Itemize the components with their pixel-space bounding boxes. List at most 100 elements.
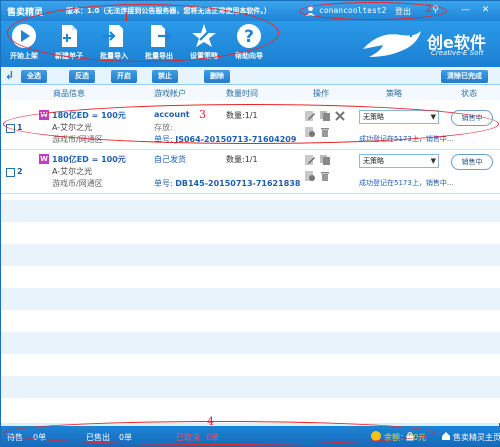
- col-qty-time: 数量时间: [226, 89, 258, 98]
- annotation-number-4: 4: [207, 415, 214, 428]
- tool-label: 新建单子: [55, 52, 83, 60]
- settings-icon[interactable]: [304, 170, 316, 182]
- trash-icon[interactable]: [319, 170, 331, 182]
- new-order-button[interactable]: 新建单子: [46, 23, 92, 65]
- empty-row: [1, 288, 500, 310]
- status-bar: 待售 0单 已售出 0单 已取消 0单 余额：10元 售卖精灵主页: [1, 426, 500, 447]
- coin-icon: [371, 431, 381, 441]
- game-zone: 游戏币/网通区: [52, 135, 103, 144]
- tool-label: 开始上架: [10, 52, 38, 60]
- order-number-value: DB145-20150713-71621838: [175, 179, 301, 188]
- set-strategy-button[interactable]: 设置策略: [181, 23, 227, 65]
- order-label: 单号:: [154, 179, 173, 188]
- user-icon: [306, 6, 315, 16]
- start-listing-button[interactable]: 开始上架: [1, 23, 47, 65]
- quantity: 数量:1/1: [226, 111, 258, 120]
- col-account: 游戏帐户: [154, 89, 186, 98]
- row-tag: W: [39, 110, 49, 120]
- select-all-button[interactable]: 全选: [21, 70, 47, 83]
- empty-row: [1, 376, 500, 398]
- help-wizard-button[interactable]: ? 帮助向导: [226, 23, 272, 65]
- close-icon[interactable]: [334, 110, 346, 122]
- order-number: 单号: JS064-20150713-71604209: [154, 134, 296, 145]
- row-ops: [304, 154, 350, 186]
- minimize-icon[interactable]: —: [459, 4, 472, 17]
- pending-label: 待售: [7, 433, 23, 442]
- play-icon: [12, 24, 36, 48]
- tool-label: 帮助向导: [235, 52, 263, 60]
- sold-count: 0单: [119, 433, 133, 442]
- chevron-down-icon: ▼: [430, 157, 436, 165]
- row-checkbox[interactable]: [6, 124, 15, 133]
- order-label: 单号:: [154, 135, 173, 144]
- quantity: 数量:1/1: [226, 155, 258, 164]
- status-badge: 销售中: [451, 110, 493, 126]
- order-row[interactable]: 2 W 180亿ED = 100元 A-艾尔之光 游戏币/网通区 自己发货 单号…: [1, 150, 500, 194]
- gold-price: 180亿ED = 100元: [52, 155, 126, 164]
- empty-row: [1, 244, 500, 266]
- order-list: 1 W 180亿ED = 100元 A-艾尔之光 游戏币/网通区 account…: [1, 100, 500, 423]
- app-title: 售卖精灵: [7, 8, 44, 18]
- edit-icon[interactable]: [304, 154, 316, 166]
- col-strategy: 策略: [386, 89, 402, 98]
- col-ops: 操作: [313, 89, 329, 98]
- order-row[interactable]: 1 W 180亿ED = 100元 A-艾尔之光 游戏币/网通区 account…: [1, 106, 500, 150]
- batch-import-button[interactable]: 批量导入: [91, 23, 137, 65]
- game-server: A-艾尔之光: [52, 167, 93, 176]
- empty-row: [1, 332, 500, 354]
- row-tag: W: [39, 154, 49, 164]
- lock-icon[interactable]: [405, 431, 415, 441]
- cancelled-label: 已取消: [176, 433, 200, 442]
- row-ops: [304, 110, 350, 142]
- back-arrow-icon[interactable]: ↲: [5, 69, 17, 83]
- strategy-value: 无策略: [363, 113, 384, 121]
- toolbar: 开始上架 新建单子 批量导入 批量导出 设置策略 ? 帮助向导 创e软件 Cre…: [1, 21, 500, 67]
- row-index: 1: [17, 123, 23, 132]
- strategy-value: 无策略: [363, 157, 384, 165]
- settings-icon[interactable]: [304, 126, 316, 138]
- order-number: 单号: DB145-20150713-71621838: [154, 178, 300, 189]
- delete-button[interactable]: 删除: [204, 70, 230, 83]
- cancelled-count: 0单: [206, 433, 220, 442]
- empty-row: [1, 200, 500, 222]
- sold-label: 已售出: [86, 433, 110, 442]
- help-icon: ?: [237, 24, 261, 48]
- game-account[interactable]: account: [154, 110, 190, 119]
- tool-label: 批量导入: [100, 52, 128, 60]
- action-bar: ↲ 全选 反选 开启 禁止 删除 清除已完成: [1, 67, 500, 85]
- invert-selection-button[interactable]: 反选: [69, 70, 95, 83]
- username: conancooltest2: [319, 6, 387, 15]
- svg-text:?: ?: [244, 27, 254, 47]
- row-index: 2: [17, 167, 23, 176]
- gold-price: 180亿ED = 100元: [52, 111, 126, 120]
- copy-icon[interactable]: [319, 154, 331, 166]
- game-account[interactable]: 自己发货: [154, 154, 186, 165]
- new-document-icon: [62, 25, 77, 47]
- disable-button[interactable]: 禁止: [152, 70, 178, 83]
- status-badge: 销售中: [451, 154, 493, 170]
- row-checkbox[interactable]: [6, 168, 15, 177]
- logout-link[interactable]: 登出: [395, 6, 411, 17]
- home-icon[interactable]: [441, 431, 451, 441]
- tool-label: 批量导出: [145, 52, 173, 60]
- strategy-select[interactable]: 无策略 ▼: [359, 110, 439, 124]
- close-icon[interactable]: ✕: [479, 4, 492, 17]
- game-server: A-艾尔之光: [52, 123, 93, 132]
- edit-icon[interactable]: [304, 110, 316, 122]
- strategy-select[interactable]: 无策略 ▼: [359, 154, 439, 168]
- order-number-value: JS064-20150713-71604209: [175, 135, 297, 144]
- batch-export-button[interactable]: 批量导出: [136, 23, 182, 65]
- annotation-number-1: 1: [123, 11, 130, 24]
- clear-completed-button[interactable]: 清除已完成: [441, 70, 488, 83]
- game-zone: 游戏币/网通区: [52, 179, 103, 188]
- copy-icon[interactable]: [319, 110, 331, 122]
- col-status: 状态: [461, 89, 477, 98]
- annotation-number-3: 3: [199, 108, 206, 121]
- homepage-link[interactable]: 售卖精灵主页: [453, 432, 500, 443]
- app-window: 售卖精灵 版本：1.0（无法连接到公告服务器，您将无法正常使用本软件。） con…: [0, 0, 500, 447]
- dove-logo-icon: [363, 31, 421, 57]
- trash-icon[interactable]: [319, 126, 331, 138]
- status-record: 成功登记在5173上，销售中...: [359, 179, 454, 187]
- annotation-number-2: 2: [425, 2, 432, 15]
- open-button[interactable]: 开启: [111, 70, 137, 83]
